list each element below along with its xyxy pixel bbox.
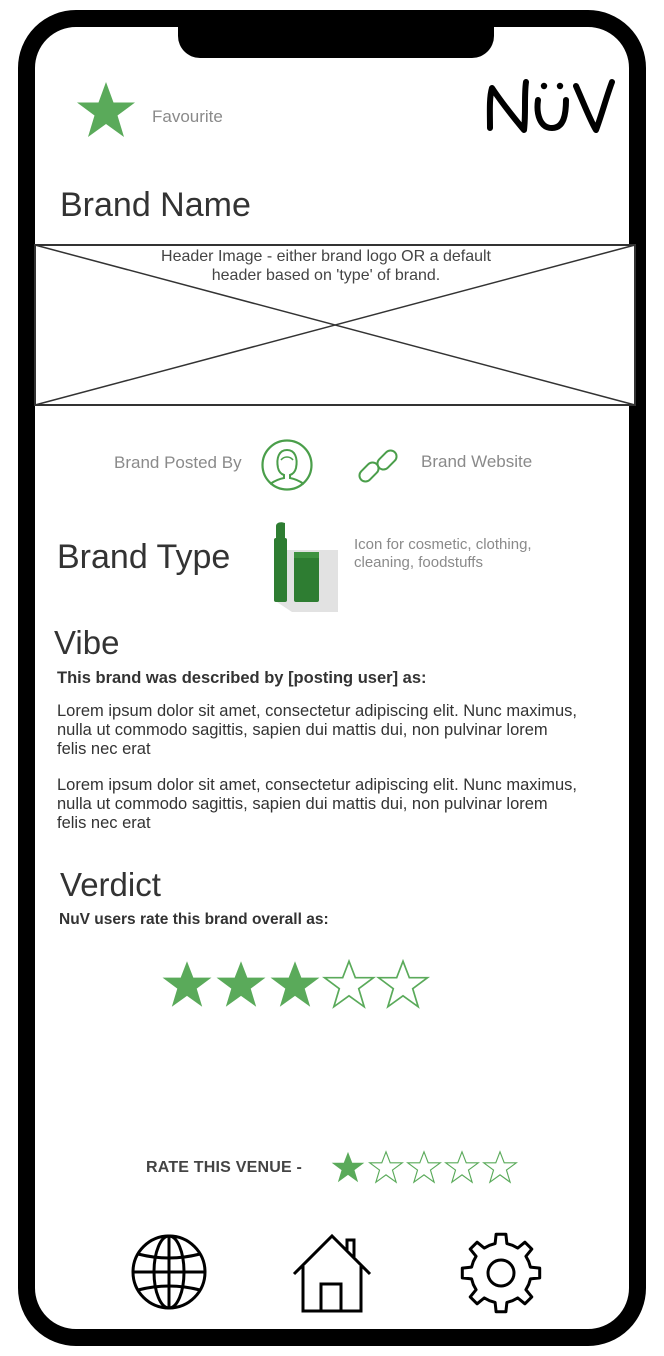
settings-gear-icon[interactable] <box>458 1230 544 1316</box>
verdict-star-empty-icon <box>322 958 376 1009</box>
brand-name-heading: Brand Name <box>60 186 251 224</box>
favourite-label[interactable]: Favourite <box>152 107 223 127</box>
user-avatar-icon[interactable] <box>260 438 314 492</box>
rate-star-empty-icon[interactable] <box>482 1150 518 1184</box>
vibe-subheading: This brand was described by [posting use… <box>57 669 427 687</box>
rate-star-empty-icon[interactable] <box>368 1150 404 1184</box>
lipstick-icon <box>274 522 338 612</box>
nuv-logo <box>486 79 615 133</box>
rate-star-filled-icon[interactable] <box>330 1150 366 1184</box>
header-image-caption: Header Image - either brand logo OR a de… <box>161 248 491 284</box>
brand-type-heading: Brand Type <box>57 538 231 576</box>
verdict-star-filled-icon <box>270 961 320 1007</box>
verdict-star-empty-icon <box>376 958 430 1009</box>
home-icon[interactable] <box>291 1232 373 1314</box>
brand-type-icon-note: Icon for cosmetic, clothing, cleaning, f… <box>354 536 532 571</box>
verdict-heading: Verdict <box>60 866 161 903</box>
rate-star-empty-icon[interactable] <box>406 1150 442 1184</box>
vibe-paragraph: Lorem ipsum dolor sit amet, consectetur … <box>57 776 577 832</box>
brand-website-link[interactable]: Brand Website <box>421 452 532 472</box>
verdict-star-filled-icon <box>162 961 212 1007</box>
brand-posted-by-label: Brand Posted By <box>114 453 242 472</box>
vibe-heading: Vibe <box>54 624 120 661</box>
vibe-paragraph: Lorem ipsum dolor sit amet, consectetur … <box>57 702 577 758</box>
verdict-subheading: NuV users rate this brand overall as: <box>59 911 329 928</box>
rate-venue-stars[interactable] <box>330 1150 520 1184</box>
globe-icon[interactable] <box>129 1232 209 1312</box>
link-icon[interactable] <box>354 442 402 490</box>
rate-star-empty-icon[interactable] <box>444 1150 480 1184</box>
verdict-rating-stars <box>160 958 430 1010</box>
verdict-star-filled-icon <box>216 961 266 1007</box>
rate-this-venue-label: RATE THIS VENUE - <box>146 1159 303 1176</box>
favourite-star-icon[interactable] <box>74 80 138 140</box>
phone-notch <box>178 10 494 58</box>
